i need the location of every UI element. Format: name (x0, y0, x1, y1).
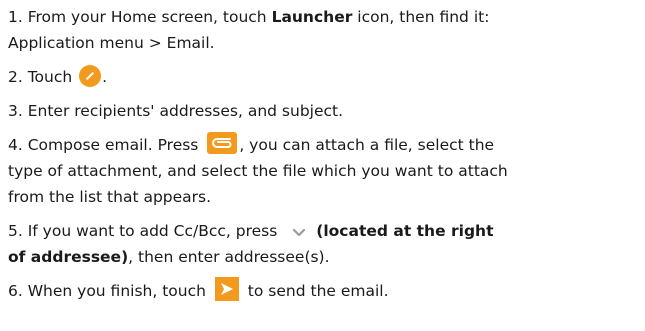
step-1-line-1: 1. From your Home screen, touch Launcher… (8, 4, 637, 30)
chevron-down-icon (288, 222, 310, 236)
step-6-text-a: 6. When you finish, touch (8, 282, 211, 300)
step-5-line-1: 5. If you want to add Cc/Bcc, press (loc… (8, 218, 637, 244)
step-4-text-b: , you can attach a file, select the (239, 136, 495, 154)
step-6-text-b: to send the email. (242, 282, 389, 300)
email-instructions: 1. From your Home screen, touch Launcher… (0, 0, 645, 304)
send-arrow-icon (214, 276, 239, 301)
step-1-text-c: icon, then find it: (352, 8, 490, 26)
launcher-label: Launcher (271, 8, 353, 26)
step-2: 2. Touch . (8, 64, 637, 90)
step-1-text-a: 1. From your Home screen, touch (8, 8, 272, 26)
step-1-line-2: Application menu > Email. (8, 34, 215, 52)
compose-pencil-icon (79, 64, 102, 87)
step-4-line-1: 4. Compose email. Press , you can attach… (8, 131, 637, 158)
step-2-text-a: 2. Touch (8, 68, 78, 86)
step-3: 3. Enter recipients' addresses, and subj… (8, 98, 637, 124)
step-5-bold-a: (located at the right (316, 222, 494, 240)
step-5-text-d: , then enter addressee(s). (128, 248, 330, 266)
step-2-text-b: . (102, 68, 108, 86)
paperclip-attach-icon (207, 131, 238, 154)
step-4: 4. Compose email. Press , you can attach… (8, 131, 637, 210)
step-5: 5. If you want to add Cc/Bcc, press (loc… (8, 218, 637, 270)
step-5-line-2: of addressee), then enter addressee(s). (8, 244, 637, 270)
step-3-text: 3. Enter recipients' addresses, and subj… (8, 102, 344, 120)
step-5-text-a: 5. If you want to add Cc/Bcc, press (8, 222, 283, 240)
step-4-line-2: type of attachment, and select the file … (8, 162, 508, 180)
step-4-line-3: from the list that appears. (8, 188, 212, 206)
step-6: 6. When you finish, touch to send the em… (8, 276, 637, 304)
step-4-text-a: 4. Compose email. Press (8, 136, 204, 154)
step-1: 1. From your Home screen, touch Launcher… (8, 4, 637, 56)
step-5-bold-b: of addressee) (8, 248, 129, 266)
